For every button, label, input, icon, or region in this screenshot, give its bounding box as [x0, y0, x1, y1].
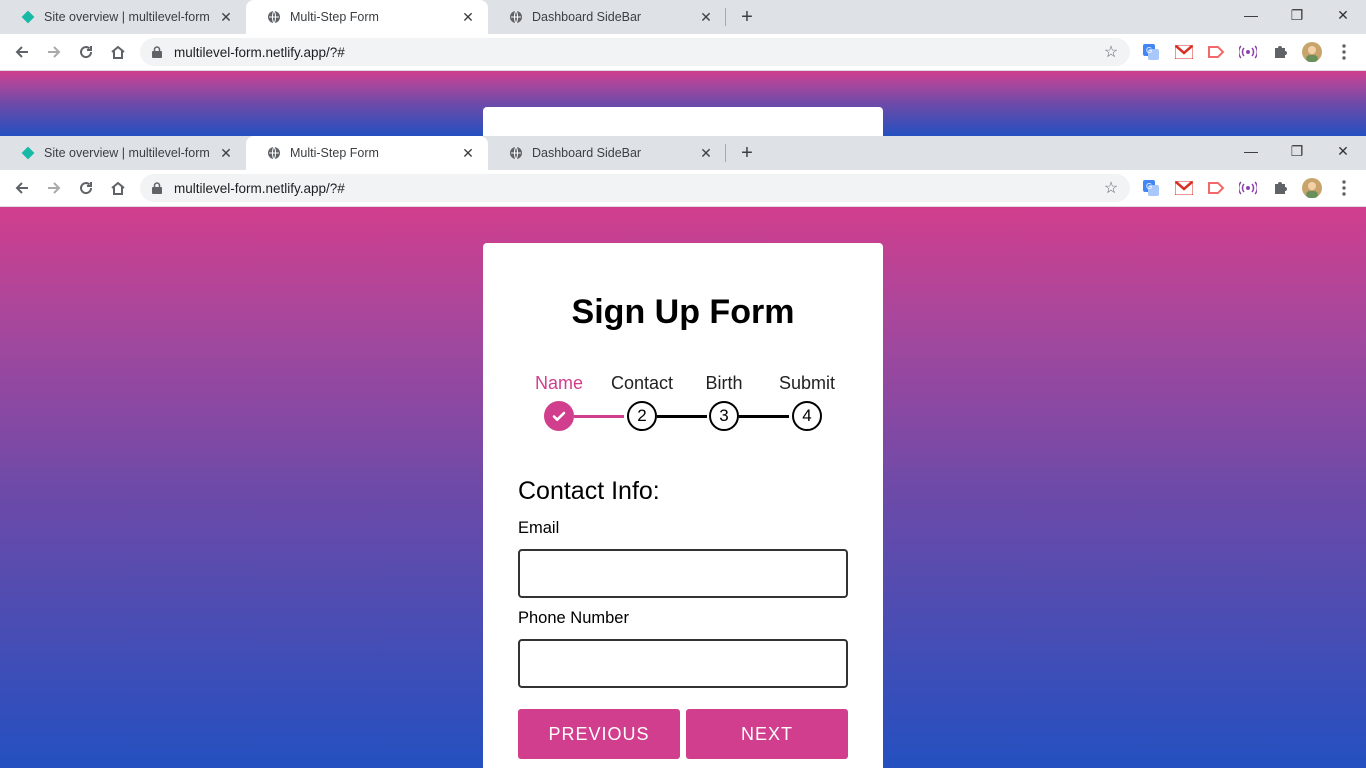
step-connector	[739, 415, 789, 418]
next-button[interactable]: NEXT	[686, 709, 848, 759]
tab-dashboard-sidebar[interactable]: Dashboard SideBar ✕	[488, 136, 726, 170]
svg-text:G: G	[1146, 182, 1152, 191]
tab-title: Dashboard SideBar	[532, 10, 642, 24]
step-label-submit: Submit	[778, 373, 836, 393]
restore-button[interactable]: ❐	[1274, 0, 1320, 30]
translate-extension-icon[interactable]: G	[1140, 177, 1162, 199]
forward-arrow-icon[interactable]	[42, 176, 66, 200]
checkmark-icon	[552, 411, 566, 421]
kebab-menu-icon[interactable]	[1333, 177, 1355, 199]
signup-form-card: Sign Up Form Name Contact Birth Submit 2…	[483, 243, 883, 768]
globe-icon	[266, 145, 282, 161]
home-icon[interactable]	[106, 40, 130, 64]
step-label-contact: Contact	[610, 373, 674, 393]
step-4-circle: 4	[792, 401, 822, 431]
minimize-button[interactable]: —	[1228, 136, 1274, 166]
bookmark-star-icon[interactable]: ☆	[1102, 43, 1120, 61]
avatar[interactable]	[1301, 41, 1323, 63]
section-title: Contact Info:	[518, 477, 660, 505]
new-tab-button[interactable]: +	[735, 5, 759, 29]
back-arrow-icon[interactable]	[10, 176, 34, 200]
step-2-circle: 2	[627, 401, 657, 431]
browser-toolbar: multilevel-form.netlify.app/?# ☆ G	[0, 170, 1366, 207]
previous-button[interactable]: PREVIOUS	[518, 709, 680, 759]
tab-strip: Site overview | multilevel-form ✕ Multi-…	[0, 136, 1366, 170]
puzzle-extensions-icon[interactable]	[1269, 177, 1291, 199]
tab-strip: Site overview | multilevel-form ✕ Multi-…	[0, 0, 1366, 34]
step-label-birth: Birth	[705, 373, 743, 393]
restore-button[interactable]: ❐	[1274, 136, 1320, 166]
close-window-button[interactable]: ✕	[1320, 136, 1366, 166]
reload-icon[interactable]	[74, 176, 98, 200]
page-background: Sign Up Form Name Contact Birth Submit 2…	[0, 207, 1366, 768]
netlify-diamond-icon	[20, 145, 36, 161]
globe-icon	[508, 145, 524, 161]
phone-number-label: Phone Number	[518, 609, 629, 627]
lock-icon	[152, 181, 164, 195]
close-icon[interactable]: ✕	[218, 145, 234, 161]
recorder-extension-icon[interactable]	[1205, 177, 1227, 199]
kebab-menu-icon[interactable]	[1333, 41, 1355, 63]
netlify-diamond-icon	[20, 9, 36, 25]
tab-title: Multi-Step Form	[290, 10, 379, 24]
back-arrow-icon[interactable]	[10, 40, 34, 64]
broadcast-extension-icon[interactable]	[1237, 41, 1259, 63]
new-tab-button[interactable]: +	[735, 141, 759, 165]
bookmark-star-icon[interactable]: ☆	[1102, 179, 1120, 197]
tab-title: Site overview | multilevel-form	[44, 10, 210, 24]
minimize-button[interactable]: —	[1228, 0, 1274, 30]
gmail-extension-icon[interactable]	[1173, 177, 1195, 199]
close-icon[interactable]: ✕	[460, 145, 476, 161]
tab-title: Multi-Step Form	[290, 146, 379, 160]
step-1-completed	[544, 401, 574, 431]
close-icon[interactable]: ✕	[698, 9, 714, 25]
home-icon[interactable]	[106, 176, 130, 200]
broadcast-extension-icon[interactable]	[1237, 177, 1259, 199]
globe-icon	[508, 9, 524, 25]
close-window-button[interactable]: ✕	[1320, 0, 1366, 30]
form-title: Sign Up Form	[571, 293, 795, 331]
tab-site-overview[interactable]: Site overview | multilevel-form ✕	[0, 0, 246, 34]
globe-icon	[266, 9, 282, 25]
address-bar[interactable]: multilevel-form.netlify.app/?# ☆	[140, 174, 1130, 202]
step-label-name: Name	[534, 373, 584, 393]
avatar[interactable]	[1301, 177, 1323, 199]
phone-number-field[interactable]	[518, 639, 848, 688]
step-connector	[574, 415, 624, 418]
step-3-circle: 3	[709, 401, 739, 431]
forward-arrow-icon[interactable]	[42, 40, 66, 64]
tab-title: Dashboard SideBar	[532, 146, 642, 160]
lock-icon	[152, 45, 164, 59]
progress-step-labels: Name Contact Birth Submit	[518, 373, 848, 397]
url-text: multilevel-form.netlify.app/?#	[174, 180, 345, 196]
browser-chrome: Site overview | multilevel-form ✕ Multi-…	[0, 136, 1366, 207]
tab-multi-step-form[interactable]: Multi-Step Form ✕	[246, 136, 488, 170]
reload-icon[interactable]	[74, 40, 98, 64]
tab-divider	[725, 144, 726, 162]
tab-dashboard-sidebar[interactable]: Dashboard SideBar ✕	[488, 0, 726, 34]
email-field[interactable]	[518, 549, 848, 598]
gmail-extension-icon[interactable]	[1173, 41, 1195, 63]
url-text: multilevel-form.netlify.app/?#	[174, 44, 345, 60]
browser-toolbar: multilevel-form.netlify.app/?# ☆ G	[0, 34, 1366, 71]
tab-multi-step-form[interactable]: Multi-Step Form ✕	[246, 0, 488, 34]
close-icon[interactable]: ✕	[460, 9, 476, 25]
close-icon[interactable]: ✕	[698, 145, 714, 161]
puzzle-extensions-icon[interactable]	[1269, 41, 1291, 63]
page-background-top	[0, 71, 1366, 136]
tab-site-overview[interactable]: Site overview | multilevel-form ✕	[0, 136, 246, 170]
form-card-top-fragment	[483, 107, 883, 136]
translate-extension-icon[interactable]: G	[1140, 41, 1162, 63]
recorder-extension-icon[interactable]	[1205, 41, 1227, 63]
address-bar[interactable]: multilevel-form.netlify.app/?# ☆	[140, 38, 1130, 66]
browser-chrome-top: Site overview | multilevel-form ✕ Multi-…	[0, 0, 1366, 71]
email-label: Email	[518, 519, 560, 537]
step-connector	[657, 415, 707, 418]
tab-divider	[725, 8, 726, 26]
close-icon[interactable]: ✕	[218, 9, 234, 25]
tab-title: Site overview | multilevel-form	[44, 146, 210, 160]
svg-text:G: G	[1146, 46, 1152, 55]
